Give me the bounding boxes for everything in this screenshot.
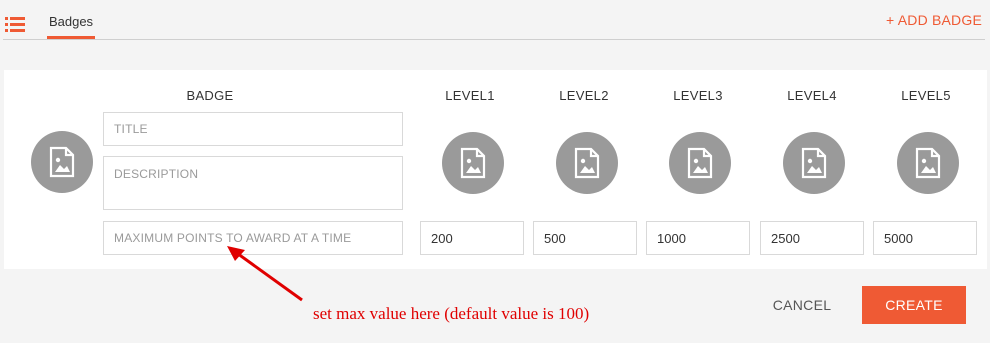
level4-points-input[interactable]	[760, 221, 864, 255]
level2-image-upload[interactable]	[556, 132, 618, 194]
image-placeholder-icon	[687, 147, 713, 179]
badge-image-upload[interactable]	[31, 131, 93, 193]
annotation-text: set max value here (default value is 100…	[313, 304, 590, 323]
level3-header: LEVEL3	[673, 88, 723, 103]
title-input[interactable]	[103, 112, 403, 146]
level5-points-input[interactable]	[873, 221, 977, 255]
level1-points-input[interactable]	[420, 221, 524, 255]
description-input[interactable]	[103, 156, 403, 210]
level4-header: LEVEL4	[787, 88, 837, 103]
create-button[interactable]: CREATE	[862, 286, 966, 324]
divider	[3, 39, 985, 40]
level3-image-upload[interactable]	[669, 132, 731, 194]
image-placeholder-icon	[460, 147, 486, 179]
level2-header: LEVEL2	[559, 88, 609, 103]
level4-image-upload[interactable]	[783, 132, 845, 194]
badge-column-header: BADGE	[186, 88, 234, 103]
image-placeholder-icon	[49, 146, 75, 178]
top-bar: Badges + ADD BADGE	[0, 0, 990, 42]
level5-header: LEVEL5	[901, 88, 951, 103]
cancel-button[interactable]: CANCEL	[760, 293, 844, 317]
add-badge-button[interactable]: + ADD BADGE	[886, 12, 982, 28]
annotation-arrow	[227, 246, 303, 302]
level5-image-upload[interactable]	[897, 132, 959, 194]
list-icon[interactable]	[5, 14, 27, 34]
level1-header: LEVEL1	[445, 88, 495, 103]
image-placeholder-icon	[915, 147, 941, 179]
level1-image-upload[interactable]	[442, 132, 504, 194]
tab-badges[interactable]: Badges	[47, 0, 95, 40]
level3-points-input[interactable]	[646, 221, 750, 255]
image-placeholder-icon	[801, 147, 827, 179]
image-placeholder-icon	[574, 147, 600, 179]
level2-points-input[interactable]	[533, 221, 637, 255]
